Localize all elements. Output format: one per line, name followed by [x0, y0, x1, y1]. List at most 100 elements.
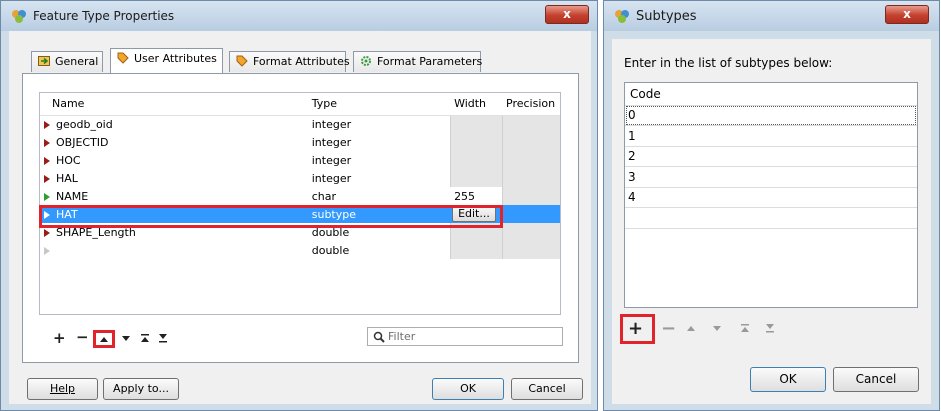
table-cell-type: integer	[311, 171, 352, 185]
column-header-width[interactable]: Width	[450, 93, 503, 116]
ok-button[interactable]: OK	[432, 378, 504, 400]
tab-format-parameters[interactable]: Format Parameters	[353, 51, 482, 72]
move-to-top-icon[interactable]	[738, 322, 752, 334]
table-row[interactable]: geodb_oid integer	[40, 115, 560, 133]
table-cell-name: NAME	[40, 187, 308, 205]
attribute-name: HOC	[56, 153, 81, 167]
table-row[interactable]: 3	[625, 166, 917, 188]
table-row[interactable]: 2	[625, 146, 917, 167]
code-cell[interactable]: 1	[625, 125, 917, 147]
row-marker-icon	[44, 228, 50, 237]
tab-user-attributes[interactable]: User Attributes	[110, 48, 223, 73]
table-cell-width	[449, 241, 503, 259]
table-row[interactable]: HOC integer	[40, 151, 560, 169]
row-marker-icon	[44, 120, 50, 129]
move-up-icon[interactable]	[684, 322, 698, 334]
column-header-precision[interactable]: Precision	[502, 93, 560, 116]
code-cell[interactable]	[625, 207, 917, 229]
attribute-name: geodb_oid	[56, 117, 113, 131]
dialog-title: Feature Type Properties	[33, 9, 175, 23]
move-to-top-icon[interactable]	[138, 332, 152, 344]
attributes-table: Name Type Width Precision geodb_oid inte…	[39, 92, 561, 315]
tab-general-label: General	[55, 55, 99, 68]
ok-button[interactable]: OK	[750, 367, 826, 392]
code-cell[interactable]: 2	[625, 146, 917, 167]
tab-format-attributes[interactable]: Format Attributes	[229, 51, 350, 72]
table-cell-precision	[501, 169, 560, 187]
table-cell-precision	[501, 133, 560, 151]
fme-app-icon	[12, 10, 26, 23]
table-row-new[interactable]	[625, 207, 917, 229]
cancel-button[interactable]: Cancel	[511, 378, 583, 400]
attribute-tab-icon	[236, 55, 248, 67]
table-cell-name	[40, 241, 308, 259]
gear-tab-icon	[361, 56, 371, 66]
table-cell-type: integer	[311, 153, 352, 167]
row-marker-icon	[44, 138, 50, 147]
row-marker-icon	[44, 174, 50, 183]
apply-to-button[interactable]: Apply to...	[103, 378, 179, 400]
table-cell-type: char	[311, 189, 337, 203]
table-cell-name: HOC	[40, 151, 308, 169]
close-button[interactable]: x	[885, 5, 929, 24]
table-row[interactable]: HAL integer	[40, 169, 560, 187]
table-cell-type: double	[311, 243, 350, 257]
cancel-button[interactable]: Cancel	[833, 367, 919, 392]
table-cell-name: HAL	[40, 169, 308, 187]
dialog-title: Subtypes	[636, 9, 697, 24]
table-cell-width	[449, 151, 503, 169]
title-bar[interactable]: Subtypes x	[604, 1, 939, 31]
table-header-row: Code	[625, 83, 917, 106]
feature-type-properties-dialog: Feature Type Properties x General User A…	[0, 0, 598, 411]
table-cell-precision	[501, 223, 560, 241]
tab-format-attributes-label: Format Attributes	[253, 55, 350, 68]
attributes-table-body: Name Type Width Precision geodb_oid inte…	[40, 93, 560, 259]
move-to-bottom-icon[interactable]	[763, 322, 777, 334]
add-row-icon[interactable]: +	[53, 329, 66, 347]
table-row[interactable]: 1	[625, 125, 917, 147]
column-header-type[interactable]: Type	[307, 93, 451, 116]
table-row[interactable]: 0	[625, 105, 917, 126]
code-cell[interactable]: 4	[625, 187, 917, 208]
attribute-name: NAME	[56, 189, 89, 203]
table-cell-name: OBJECTID	[40, 133, 308, 151]
attribute-name: HAL	[56, 171, 78, 185]
table-row[interactable]: OBJECTID integer	[40, 133, 560, 151]
table-cell-precision	[501, 151, 560, 169]
subtypes-prompt: Enter in the list of subtypes below:	[624, 56, 833, 70]
remove-subtype-icon[interactable]: −	[661, 318, 676, 339]
close-button[interactable]: x	[545, 5, 589, 24]
table-cell-precision	[501, 115, 560, 133]
table-cell-precision	[502, 205, 560, 223]
table-cell-type: integer	[311, 117, 352, 131]
tab-user-attributes-label: User Attributes	[134, 52, 217, 65]
table-row-new[interactable]: double	[40, 241, 560, 259]
code-cell[interactable]: 3	[625, 166, 917, 188]
filter-input[interactable]: Filter	[367, 327, 563, 346]
move-up-highlight	[93, 330, 115, 348]
table-header-row: Name Type Width Precision	[40, 93, 560, 116]
column-header-code[interactable]: Code	[625, 83, 917, 106]
move-down-icon[interactable]	[119, 332, 133, 344]
table-cell-width	[449, 133, 503, 151]
title-bar[interactable]: Feature Type Properties x	[1, 1, 597, 31]
help-button[interactable]: Help	[27, 378, 98, 400]
move-to-bottom-icon[interactable]	[156, 332, 170, 344]
table-cell-precision	[501, 187, 560, 205]
table-row[interactable]: NAME char 255	[40, 187, 560, 205]
row-marker-icon	[44, 156, 50, 165]
subtypes-table: Code 0 1 2 3 4	[624, 82, 918, 308]
table-cell-type: integer	[311, 135, 352, 149]
remove-row-icon[interactable]: −	[76, 328, 89, 346]
tab-general[interactable]: General	[31, 51, 103, 72]
table-row[interactable]: 4	[625, 187, 917, 208]
table-cell-width[interactable]: 255	[450, 187, 502, 205]
fme-app-icon	[615, 10, 629, 23]
code-cell[interactable]: 0	[625, 105, 917, 126]
column-header-name[interactable]: Name	[40, 93, 308, 116]
move-down-icon[interactable]	[710, 322, 724, 334]
table-cell-width	[449, 169, 503, 187]
row-marker-icon	[44, 192, 50, 201]
selected-row-highlight	[39, 205, 503, 228]
table-cell-name: geodb_oid	[40, 115, 308, 133]
